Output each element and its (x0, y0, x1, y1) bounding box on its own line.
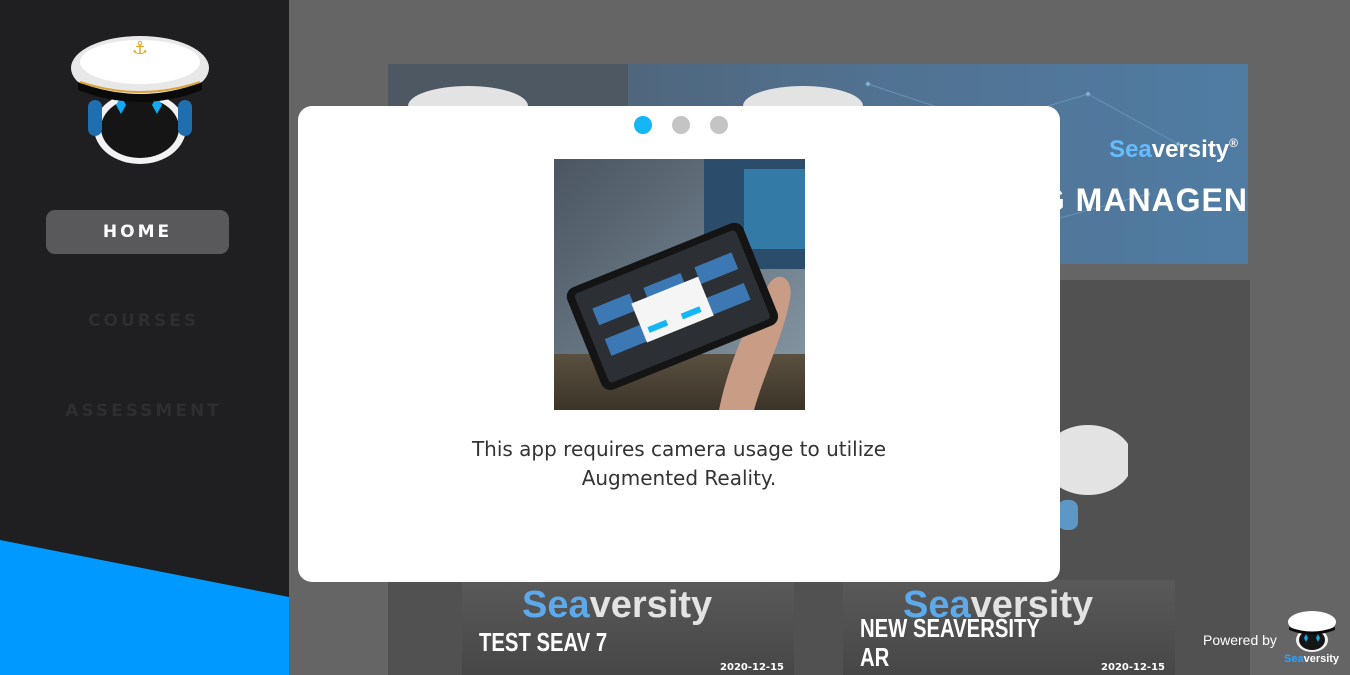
pagination-dot-3[interactable] (710, 116, 728, 134)
powered-by-label: Powered by (1203, 632, 1277, 648)
modal-message: This app requires camera usage to utiliz… (471, 437, 887, 490)
sidebar: ⚓ HOME COURSES ASSESSMENT (0, 0, 289, 675)
seaversity-footer-logo: Seaversity (1284, 610, 1340, 668)
footer-brand-sea: Sea (1284, 653, 1304, 665)
captain-logo-small-icon (1288, 611, 1336, 652)
sidebar-item-assessment[interactable]: ASSESSMENT (52, 389, 235, 433)
svg-text:⚓: ⚓ (132, 38, 148, 59)
sidebar-item-home[interactable]: HOME (46, 210, 229, 254)
camera-permission-modal: This app requires camera usage to utiliz… (298, 106, 1060, 582)
pagination-dot-2[interactable] (672, 116, 690, 134)
captain-logo-icon: ⚓ (71, 36, 209, 164)
footer-brand: Seaversity (1284, 653, 1339, 665)
footer-brand-versity: versity (1303, 653, 1340, 665)
pagination-dot-1[interactable] (634, 116, 652, 134)
pagination-dots (298, 116, 1060, 134)
tablet-ar-illustration-icon (554, 159, 805, 410)
sidebar-item-courses[interactable]: COURSES (52, 299, 235, 343)
